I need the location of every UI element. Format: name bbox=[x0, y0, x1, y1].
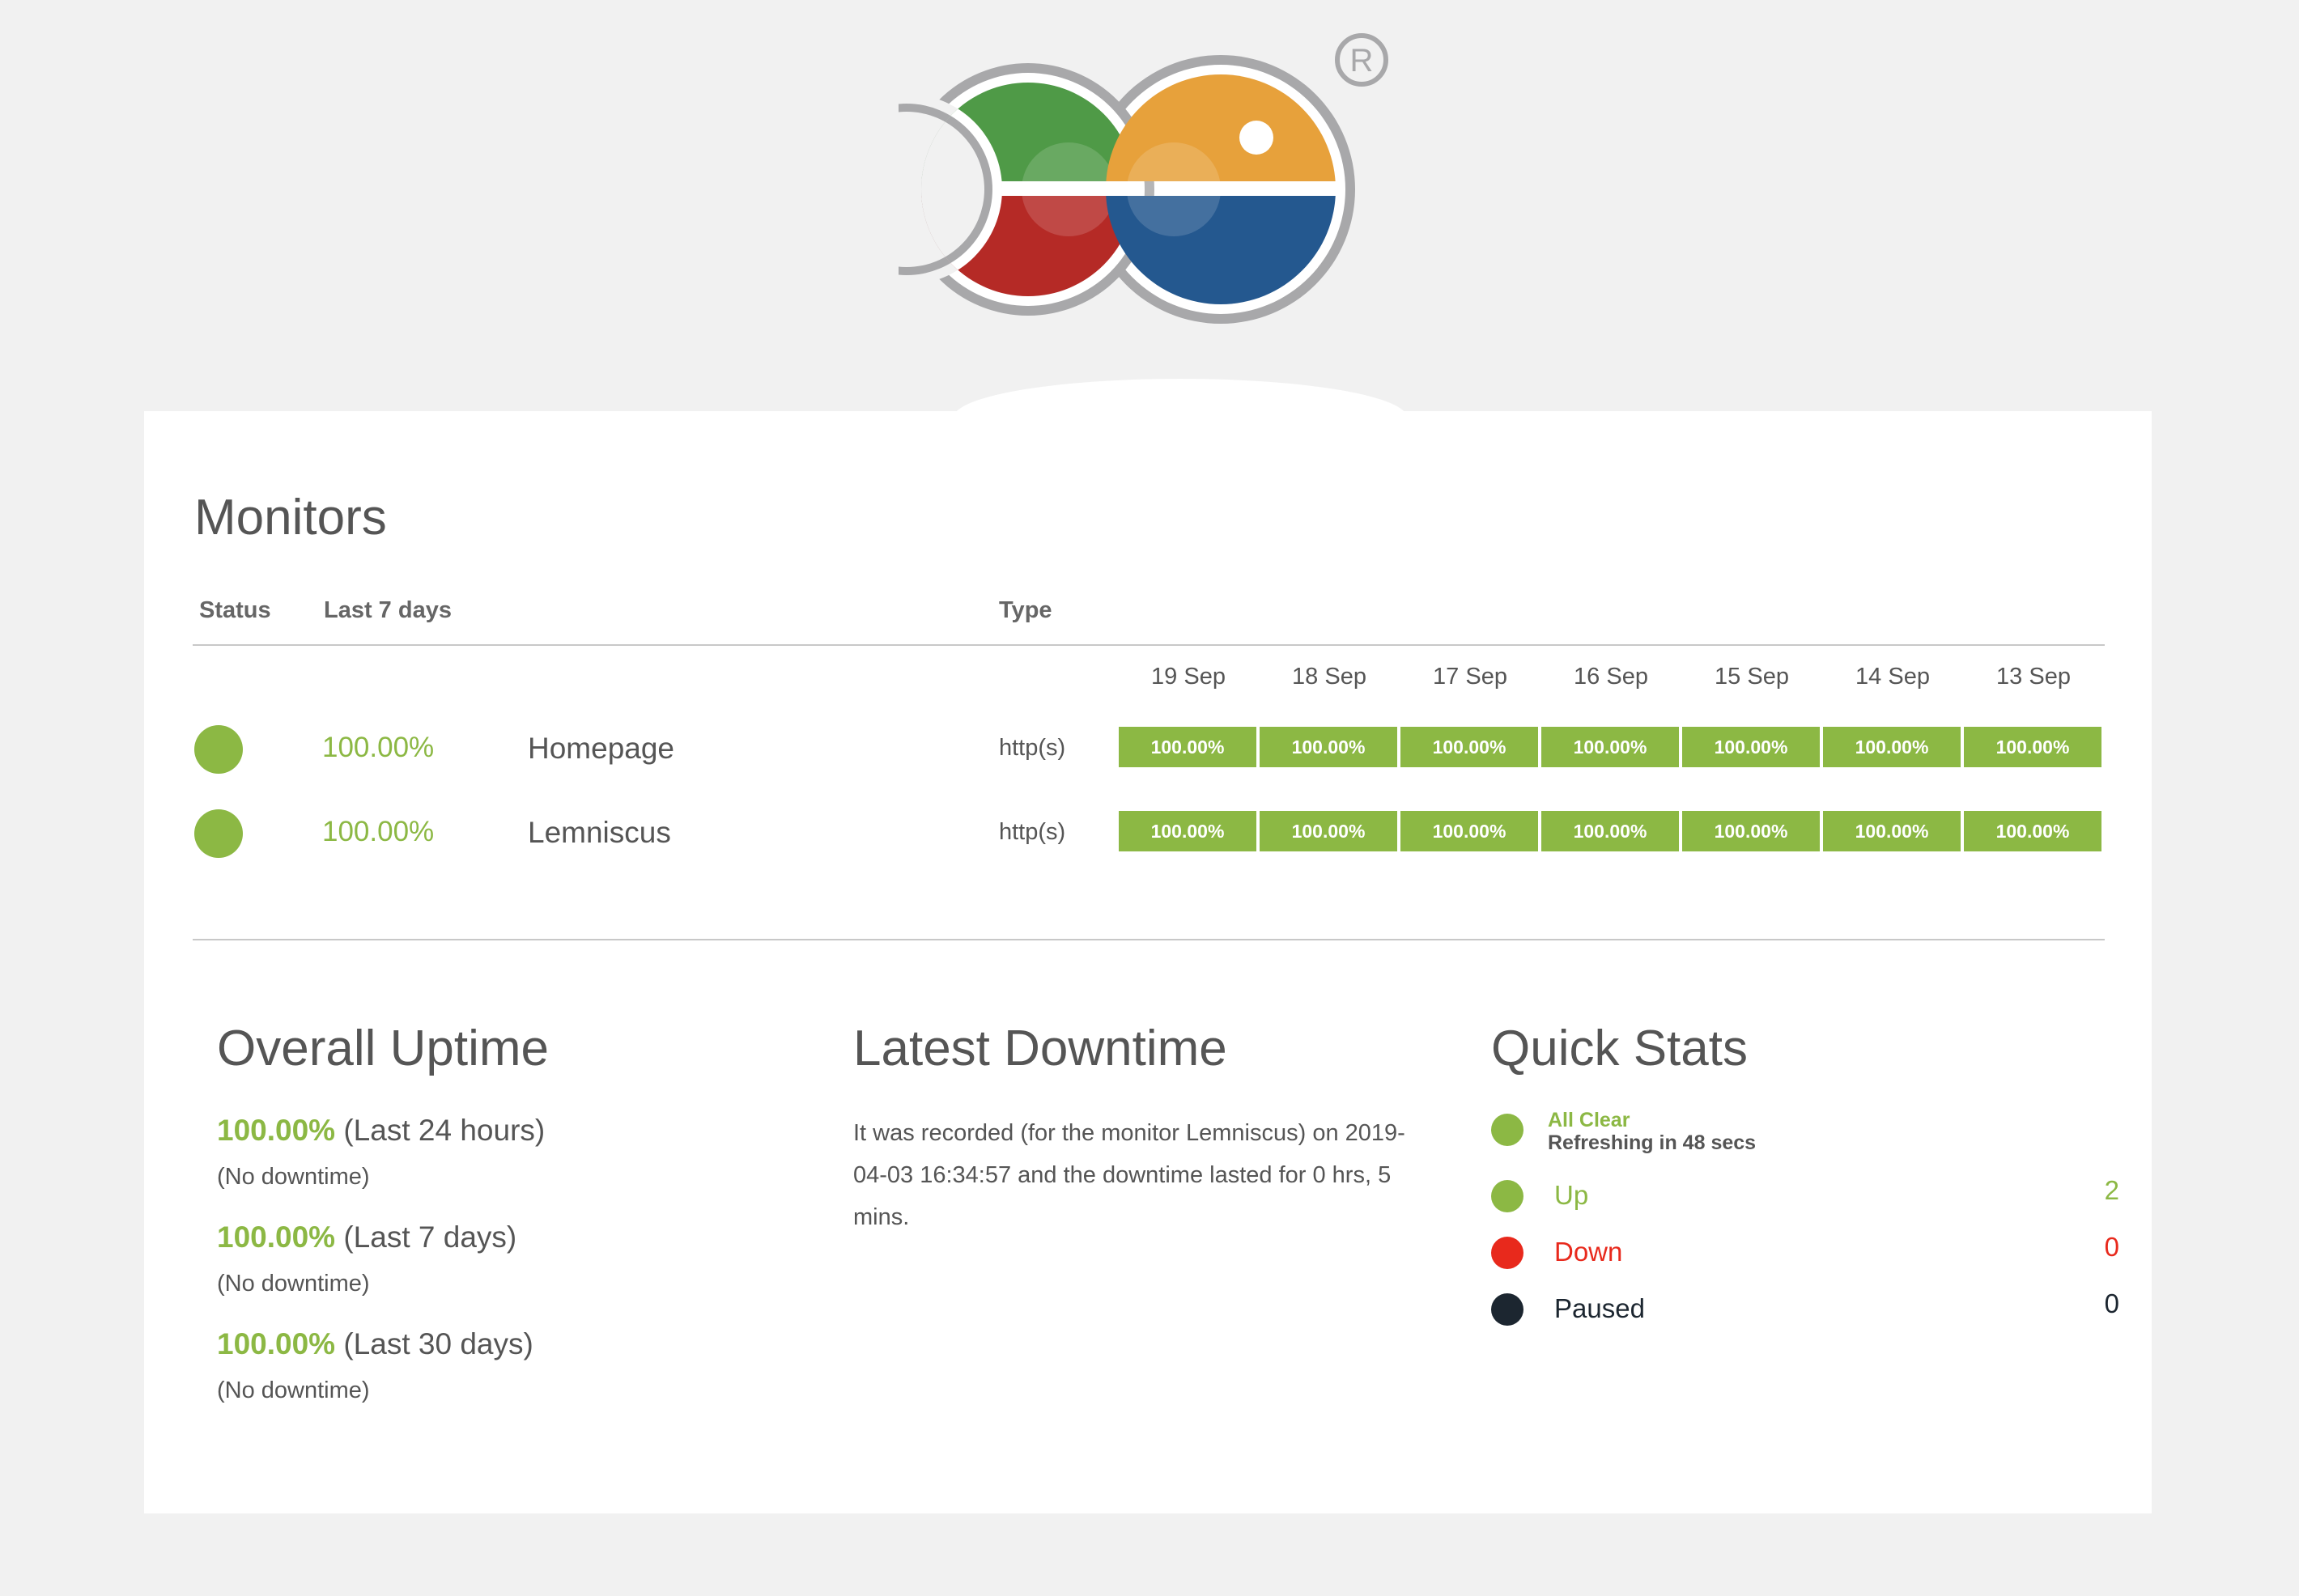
uptime-period: (Last 30 days) bbox=[343, 1327, 533, 1360]
day-uptime-cell[interactable]: 100.00% bbox=[1682, 811, 1820, 851]
date-header: 13 Sep bbox=[1996, 664, 2071, 690]
day-uptime-cell[interactable]: 100.00% bbox=[1260, 727, 1397, 767]
date-header: 14 Sep bbox=[1855, 664, 1930, 690]
brand-logo: R bbox=[811, 24, 1400, 332]
paused-count: 0 bbox=[2104, 1288, 2119, 1318]
day-uptime-cell[interactable]: 100.00% bbox=[1260, 811, 1397, 851]
uptime-note: (No downtime) bbox=[217, 1164, 370, 1190]
paused-status-icon bbox=[1491, 1293, 1523, 1326]
latest-downtime-title: Latest Downtime bbox=[853, 1021, 1227, 1076]
day-uptime-cell[interactable]: 100.00% bbox=[1823, 811, 1961, 851]
status-up-icon bbox=[194, 725, 243, 774]
date-header: 15 Sep bbox=[1715, 664, 1789, 690]
up-label: Up bbox=[1554, 1180, 1589, 1210]
uptime-7d: 100.00% (Last 7 days) bbox=[217, 1220, 516, 1254]
quick-stats-title: Quick Stats bbox=[1491, 1021, 1748, 1076]
day-uptime-cell[interactable]: 100.00% bbox=[1823, 727, 1961, 767]
all-clear-icon bbox=[1491, 1114, 1523, 1146]
monitor-uptime: 100.00% bbox=[322, 732, 435, 763]
refresh-countdown: Refreshing in 48 secs bbox=[1548, 1131, 1757, 1154]
monitor-row-homepage[interactable]: 100.00% Homepage http(s) 100.00% 100.00%… bbox=[144, 725, 2152, 775]
down-count: 0 bbox=[2104, 1232, 2119, 1262]
uptime-note: (No downtime) bbox=[217, 1271, 370, 1297]
svg-text:R: R bbox=[1350, 43, 1374, 79]
col-header-last7: Last 7 days bbox=[324, 597, 452, 623]
up-count: 2 bbox=[2104, 1175, 2119, 1205]
uptime-pct: 100.00% bbox=[217, 1114, 336, 1147]
date-header: 18 Sep bbox=[1292, 664, 1366, 690]
uptime-pct: 100.00% bbox=[217, 1220, 336, 1254]
day-uptime-cell[interactable]: 100.00% bbox=[1541, 727, 1679, 767]
table-divider-top bbox=[193, 644, 2105, 646]
down-status-icon bbox=[1491, 1237, 1523, 1269]
date-header: 19 Sep bbox=[1151, 664, 1226, 690]
day-uptime-cell[interactable]: 100.00% bbox=[1964, 727, 2101, 767]
table-divider-bottom bbox=[193, 939, 2105, 940]
date-header: 16 Sep bbox=[1574, 664, 1648, 690]
uptime-30d: 100.00% (Last 30 days) bbox=[217, 1327, 533, 1361]
monitor-row-lemniscus[interactable]: 100.00% Lemniscus http(s) 100.00% 100.00… bbox=[144, 809, 2152, 860]
col-header-type: Type bbox=[999, 597, 1052, 623]
monitor-type: http(s) bbox=[999, 735, 1066, 761]
day-uptime-cell[interactable]: 100.00% bbox=[1119, 811, 1256, 851]
status-up-icon bbox=[194, 809, 243, 858]
uptime-period: (Last 24 hours) bbox=[343, 1114, 546, 1147]
monitor-uptime: 100.00% bbox=[322, 816, 435, 847]
overall-uptime-title: Overall Uptime bbox=[217, 1021, 549, 1076]
uptime-pct: 100.00% bbox=[217, 1327, 336, 1360]
all-clear-label: All Clear bbox=[1548, 1109, 1630, 1131]
uptime-24h: 100.00% (Last 24 hours) bbox=[217, 1114, 545, 1148]
paused-label: Paused bbox=[1554, 1293, 1645, 1323]
monitor-name[interactable]: Homepage bbox=[528, 732, 674, 766]
down-label: Down bbox=[1554, 1237, 1623, 1267]
monitor-name[interactable]: Lemniscus bbox=[528, 816, 671, 850]
day-uptime-cell[interactable]: 100.00% bbox=[1541, 811, 1679, 851]
day-uptime-cell[interactable]: 100.00% bbox=[1400, 727, 1538, 767]
main-card: Monitors Status Last 7 days Type 19 Sep … bbox=[144, 379, 2152, 1513]
day-uptime-cell[interactable]: 100.00% bbox=[1119, 727, 1256, 767]
day-uptime-cell[interactable]: 100.00% bbox=[1964, 811, 2101, 851]
date-header: 17 Sep bbox=[1433, 664, 1507, 690]
monitor-type: http(s) bbox=[999, 819, 1066, 845]
uptime-note: (No downtime) bbox=[217, 1377, 370, 1403]
monitors-title: Monitors bbox=[194, 490, 387, 545]
day-uptime-cell[interactable]: 100.00% bbox=[1400, 811, 1538, 851]
latest-downtime-text: It was recorded (for the monitor Lemnisc… bbox=[853, 1120, 1405, 1230]
logo-graphic: R bbox=[811, 33, 1388, 324]
up-status-icon bbox=[1491, 1180, 1523, 1212]
day-uptime-cell[interactable]: 100.00% bbox=[1682, 727, 1820, 767]
col-header-status: Status bbox=[199, 597, 271, 623]
uptime-period: (Last 7 days) bbox=[343, 1220, 517, 1254]
